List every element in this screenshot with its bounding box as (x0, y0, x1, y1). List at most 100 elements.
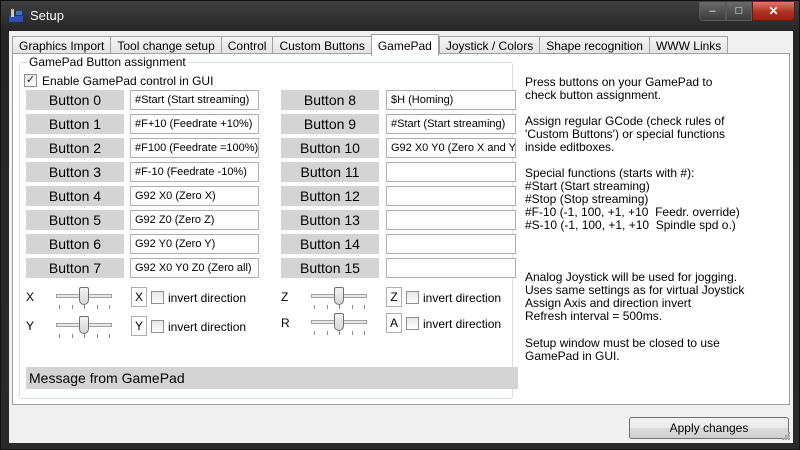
slider-tick (314, 305, 315, 309)
axis-slider[interactable] (53, 285, 115, 309)
enable-gamepad-label: Enable GamePad control in GUI (42, 74, 214, 88)
gamepad-right-button-label: Button 13 (281, 210, 379, 230)
gamepad-right-button-label: Button 14 (281, 234, 379, 254)
close-icon: ✕ (768, 4, 779, 18)
slider-tick (351, 305, 353, 309)
resize-grip-icon[interactable] (781, 431, 791, 441)
gamepad-message: Message from GamePad (26, 367, 518, 389)
app-icon (9, 8, 23, 22)
gcode-input-left[interactable]: #F-10 (Feedrate -10%) (130, 162, 259, 182)
axis-slider[interactable] (53, 314, 115, 338)
slider-thumb[interactable] (334, 313, 344, 331)
gcode-input-right[interactable] (386, 162, 516, 182)
help-text-special-functions: Special functions (starts with #): #Star… (525, 166, 740, 232)
slider-tick (96, 334, 98, 338)
tab-gamepad[interactable]: GamePad (370, 34, 439, 56)
invert-direction-label: invert direction (168, 291, 247, 305)
slider-thumb[interactable] (79, 287, 89, 305)
client-area: Graphics Import Tool change setup Contro… (9, 31, 793, 443)
gamepad-right-button-label: Button 11 (281, 162, 379, 182)
gamepad-left-button-label: Button 4 (26, 186, 124, 206)
axis-label: Y (26, 319, 35, 333)
minimize-button[interactable]: – (699, 2, 726, 21)
slider-tick (84, 305, 85, 309)
tab-strip: Graphics Import Tool change setup Contro… (12, 34, 729, 56)
maximize-icon: □ (735, 5, 743, 17)
axis-assignment-box[interactable]: Y (131, 316, 147, 336)
slider-tick (71, 305, 73, 309)
gcode-input-left[interactable]: G92 X0 (Zero X) (130, 186, 259, 206)
slider-tick (109, 305, 110, 309)
close-button[interactable]: ✕ (752, 2, 795, 21)
slider-tick (326, 305, 328, 309)
gcode-input-right[interactable]: #Start (Start streaming) (386, 114, 516, 134)
apply-changes-button[interactable]: Apply changes (629, 417, 789, 439)
slider-tick (59, 305, 60, 309)
slider-tick (71, 334, 73, 338)
gamepad-left-button-label: Button 5 (26, 210, 124, 230)
gamepad-left-button-label: Button 6 (26, 234, 124, 254)
checkmark-icon: ✓ (25, 74, 36, 86)
slider-tick (339, 331, 340, 335)
gamepad-left-button-label: Button 3 (26, 162, 124, 182)
gcode-input-right[interactable] (386, 186, 516, 206)
title-bar[interactable]: Setup – □ ✕ (1, 1, 800, 31)
axis-label: Z (281, 290, 289, 304)
gcode-input-left[interactable]: G92 X0 Y0 Z0 (Zero all) (130, 258, 259, 278)
gamepad-right-button-label: Button 10 (281, 138, 379, 158)
gamepad-right-button-label: Button 12 (281, 186, 379, 206)
gcode-input-right[interactable] (386, 258, 516, 278)
gcode-input-right[interactable]: $H (Homing) (386, 90, 516, 110)
gamepad-right-button-label: Button 9 (281, 114, 379, 134)
axis-label: X (26, 290, 35, 304)
gcode-input-left[interactable]: #F100 (Feedrate =100%) (130, 138, 259, 158)
maximize-button[interactable]: □ (726, 2, 752, 21)
axis-slider[interactable] (308, 311, 370, 335)
invert-direction-checkbox[interactable] (151, 320, 164, 333)
gcode-input-right[interactable] (386, 210, 516, 230)
help-text-gcode: Assign regular GCode (check rules of 'Cu… (525, 114, 726, 154)
gcode-input-left[interactable]: #F+10 (Feedrate +10%) (130, 114, 259, 134)
window-title: Setup (30, 8, 64, 23)
invert-direction-checkbox[interactable] (406, 291, 419, 304)
invert-direction-label: invert direction (168, 320, 247, 334)
slider-tick (351, 331, 353, 335)
help-text-close-window: Setup window must be closed to use GameP… (525, 336, 720, 363)
group-title: GamePad Button assignment (27, 55, 188, 69)
setup-window: Setup – □ ✕ Graphics Import Tool change … (0, 0, 800, 450)
help-text-buttons: Press buttons on your GamePad to check b… (525, 75, 713, 102)
invert-direction-label: invert direction (423, 291, 502, 305)
axis-assignment-box[interactable]: X (131, 287, 147, 307)
slider-tick (109, 334, 110, 338)
invert-direction-checkbox[interactable] (406, 317, 419, 330)
gamepad-left-button-label: Button 2 (26, 138, 124, 158)
enable-gamepad-checkbox[interactable]: ✓ (24, 74, 37, 87)
axis-assignment-box[interactable]: Z (386, 287, 402, 307)
axis-slider[interactable] (308, 285, 370, 309)
gamepad-left-button-label: Button 0 (26, 90, 124, 110)
gcode-input-left[interactable]: G92 Y0 (Zero Y) (130, 234, 259, 254)
gamepad-left-button-label: Button 1 (26, 114, 124, 134)
gcode-input-left[interactable]: #Start (Start streaming) (130, 90, 259, 110)
gcode-input-right[interactable]: G92 X0 Y0 (Zero X and Y) (386, 138, 516, 158)
gamepad-left-button-label: Button 7 (26, 258, 124, 278)
slider-tick (314, 331, 315, 335)
slider-tick (59, 334, 60, 338)
gcode-input-right[interactable] (386, 234, 516, 254)
gamepad-tab-page: GamePad Button assignment ✓ Enable GameP… (12, 53, 790, 405)
gamepad-right-button-label: Button 8 (281, 90, 379, 110)
slider-tick (364, 305, 365, 309)
invert-direction-label: invert direction (423, 317, 502, 331)
help-text-joystick: Analog Joystick will be used for jogging… (525, 270, 745, 323)
slider-tick (339, 305, 340, 309)
slider-thumb[interactable] (79, 316, 89, 334)
slider-thumb[interactable] (334, 287, 344, 305)
gamepad-right-button-label: Button 15 (281, 258, 379, 278)
axis-assignment-box[interactable]: A (386, 313, 402, 333)
gamepad-button-assignment-group: GamePad Button assignment (19, 55, 513, 399)
slider-tick (326, 331, 328, 335)
gcode-input-left[interactable]: G92 Z0 (Zero Z) (130, 210, 259, 230)
invert-direction-checkbox[interactable] (151, 291, 164, 304)
slider-tick (84, 334, 85, 338)
axis-label: R (281, 316, 290, 330)
